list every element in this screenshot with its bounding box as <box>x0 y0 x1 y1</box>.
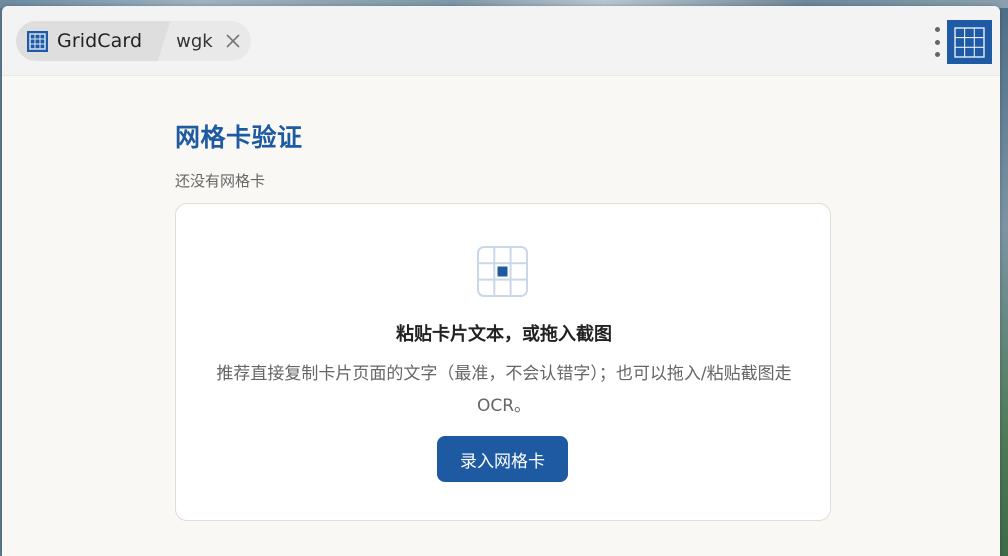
tab-wgk-label: wgk <box>176 30 213 52</box>
grid-menu-button[interactable] <box>947 20 992 64</box>
import-card[interactable]: 粘贴卡片文本，或拖入截图 推荐直接复制卡片页面的文字（最准，不会认错字）；也可以… <box>175 203 831 521</box>
tab-gridcard[interactable]: GridCard <box>16 21 157 61</box>
dot <box>934 27 940 32</box>
app-window: GridCard wgk 网格卡验证 还没有网格卡 粘贴卡片文本，或拖入截图 推… <box>2 6 1000 556</box>
main-content: 网格卡验证 还没有网格卡 粘贴卡片文本，或拖入截图 推荐直接复制卡片页面的文字（… <box>175 118 831 521</box>
toolbar: GridCard wgk <box>2 6 1000 76</box>
close-icon[interactable] <box>225 33 241 49</box>
tab-wgk[interactable]: wgk <box>156 21 251 61</box>
page-subtitle: 还没有网格卡 <box>175 172 266 190</box>
more-options-icon[interactable] <box>932 27 942 57</box>
grid-icon <box>954 26 985 58</box>
page-title: 网格卡验证 <box>175 123 303 152</box>
card-description: 推荐直接复制卡片页面的文字（最准，不会认错字）；也可以拖入/粘贴截图走OCR。 <box>216 364 792 416</box>
dot <box>934 39 940 45</box>
dot <box>934 52 940 57</box>
grid-app-icon <box>27 30 48 52</box>
breadcrumb-tabs: GridCard wgk <box>16 21 251 61</box>
enter-grid-card-button[interactable]: 录入网格卡 <box>437 436 568 482</box>
tab-gridcard-label: GridCard <box>57 30 143 52</box>
card-title: 粘贴卡片文本，或拖入截图 <box>396 324 612 345</box>
desktop-background-right <box>1000 8 1008 556</box>
grid-card-icon <box>476 245 529 298</box>
